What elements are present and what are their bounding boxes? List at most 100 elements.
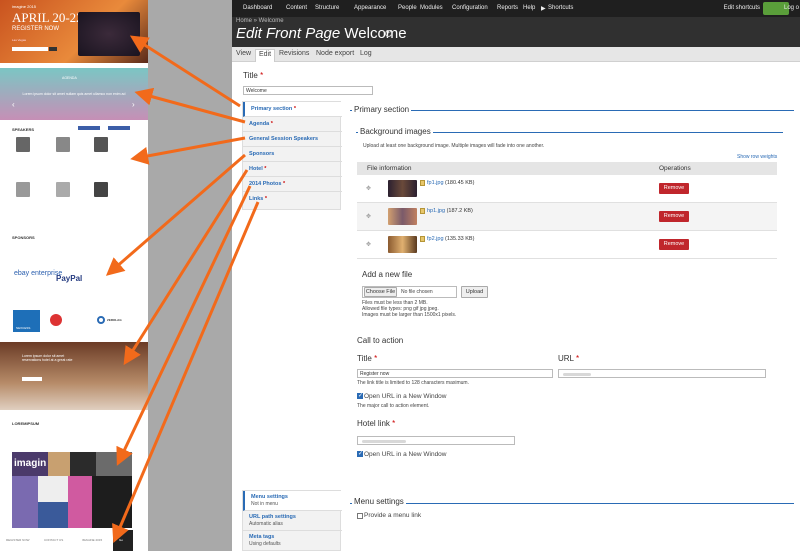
toolbar-dashboard[interactable]: Dashboard (243, 5, 272, 11)
image-file-icon (420, 180, 425, 186)
table-row: ✥ hp1.jpg (187.2 KB) Remove (357, 203, 777, 231)
blurred-url (563, 373, 591, 376)
hotel-link-label: Hotel link * (357, 419, 396, 428)
no-file-text: No file chosen (401, 289, 433, 295)
file-name: fp1.jpg (180.45 KB) (427, 180, 475, 186)
toolbar-shortcuts[interactable]: Shortcuts (548, 5, 573, 11)
page-title: Edit Front Page Welcome (236, 25, 407, 42)
toolbar-modules[interactable]: Modules (420, 5, 443, 11)
toolbar-help[interactable]: Help (523, 5, 535, 11)
edit-shortcuts-link[interactable]: Edit shortcuts (724, 5, 760, 11)
hotel-button (22, 377, 42, 381)
hero-register: REGISTER NOW (12, 26, 60, 32)
image-file-icon (420, 208, 425, 214)
preview-footer: REGISTER NOW CONTACT US IMAGINE 2015 Go (0, 530, 148, 551)
vertical-tabs: Primary section * Agenda * General Sessi… (242, 101, 342, 210)
agenda-banner: AGENDA Lorem ipsum dolor sit amet nullam… (0, 68, 148, 120)
upload-button[interactable]: Upload (461, 286, 488, 298)
speakers-button (78, 126, 100, 130)
vtab-photos[interactable]: 2014 Photos * (243, 177, 342, 192)
vtab-menu-settings[interactable]: Menu settings Not in menu (243, 491, 342, 511)
toolbar-people[interactable]: People (398, 5, 417, 11)
choose-file-button[interactable]: Choose File (364, 287, 397, 297)
table-row: ✥ fp2.jpg (135.33 KB) Remove (357, 231, 777, 259)
lorem-heading: LOREMIPSUM (12, 421, 40, 426)
file-input[interactable]: Choose File No file chosen (362, 286, 457, 298)
cta-url-input[interactable] (558, 369, 766, 378)
menu-settings-legend: Menu settings (352, 497, 406, 506)
speaker-photo (16, 137, 30, 152)
cta-title-help: The link title is limited to 128 charact… (357, 380, 469, 386)
remove-button[interactable]: Remove (659, 183, 689, 194)
cta-new-window-checkbox[interactable] (357, 392, 363, 399)
cta-help: The major call to action element. (357, 403, 430, 409)
col-file-info: File information (367, 165, 412, 172)
tab-revisions[interactable]: Revisions (279, 50, 309, 57)
toolbar-configuration[interactable]: Configuration (452, 5, 488, 11)
tab-log[interactable]: Log (360, 50, 372, 57)
vtab-url-path[interactable]: URL path settings Automatic alias (243, 511, 342, 531)
vtab-hotel[interactable]: Hotel * (243, 162, 342, 177)
vtab-links[interactable]: Links * (243, 192, 342, 207)
front-page-preview: imagine 2015 APRIL 20-22 REGISTER NOW La… (0, 0, 148, 551)
drag-handle-icon[interactable]: ✥ (366, 185, 371, 192)
agenda-title: AGENDA (62, 76, 77, 80)
drag-handle-icon[interactable]: ✥ (366, 241, 371, 248)
remove-button[interactable]: Remove (659, 239, 689, 250)
hero-subtitle: Las Vegas (12, 38, 27, 42)
toolbar-structure[interactable]: Structure (315, 5, 339, 11)
vtab-meta-tags[interactable]: Meta tags Using defaults (243, 531, 342, 551)
paypal-logo: PayPal (56, 274, 83, 283)
zerolag-logo: ZEROLAG (107, 318, 122, 322)
hero-go-button (49, 47, 57, 51)
add-shortcut-icon[interactable]: + (385, 30, 392, 37)
cta-title-label: Title * (357, 354, 378, 363)
hotel-new-window-label: Open URL in a New Window (364, 451, 447, 458)
bg-images-help: Upload at least one background image. Mu… (363, 143, 545, 149)
vtab-primary-section[interactable]: Primary section * (243, 102, 342, 117)
vtab-sponsors[interactable]: Sponsors (243, 147, 342, 162)
shortcuts-icon[interactable]: ▶ (541, 5, 546, 12)
gutter (148, 0, 232, 551)
col-operations: Operations (659, 165, 691, 172)
menu-link-checkbox[interactable] (357, 513, 363, 519)
bg-images-legend: Background images (358, 127, 433, 136)
footer-link: IMAGINE 2015 (82, 538, 103, 542)
toolbar-reports[interactable]: Reports (497, 5, 518, 11)
tab-view[interactable]: View (236, 50, 251, 57)
hero-email-field (12, 47, 48, 51)
hotel-link-input[interactable] (357, 436, 515, 445)
file-rule-dimensions: Images must be larger than 1500x1 pixels… (362, 312, 457, 318)
hotel-new-window-checkbox[interactable] (357, 450, 363, 457)
hero-date: APRIL 20-22 (12, 10, 83, 25)
tab-edit[interactable]: Edit (255, 49, 276, 62)
admin-toolbar: Dashboard Content Structure Appearance P… (232, 0, 800, 17)
chevron-right-icon: › (132, 100, 135, 109)
hotel-text: Lorem ipsum dolor sit amet reservations … (22, 354, 73, 362)
speaker-photo (16, 182, 30, 197)
toolbar-appearance[interactable]: Appearance (354, 5, 386, 11)
speakers-heading: SPEAKERS (12, 127, 35, 132)
imagine-text: imagin (14, 458, 47, 469)
add-file-label: Add a new file (362, 270, 413, 279)
cta-title-input[interactable] (357, 369, 553, 378)
photo (38, 476, 68, 502)
primary-section-legend: Primary section (352, 105, 412, 114)
show-row-weights-link[interactable]: Show row weights (737, 154, 777, 160)
remove-button[interactable]: Remove (659, 211, 689, 222)
title-input[interactable] (243, 86, 373, 95)
drag-handle-icon[interactable]: ✥ (366, 213, 371, 220)
cta-url-label: URL * (558, 354, 580, 363)
toolbar-content[interactable]: Content (286, 5, 307, 11)
logout-link[interactable]: Log o (784, 5, 799, 11)
tab-node-export[interactable]: Node export (316, 50, 354, 57)
photo (48, 452, 70, 476)
photo (92, 476, 132, 528)
photo (68, 476, 92, 528)
blurred-url (362, 440, 406, 443)
vtab-speakers[interactable]: General Session Speakers (243, 132, 342, 147)
vtab-agenda[interactable]: Agenda * (243, 117, 342, 132)
chevron-left-icon: ‹ (12, 100, 15, 109)
breadcrumb[interactable]: Home » Welcome (236, 18, 284, 24)
menu-link-label: Provide a menu link (364, 512, 422, 519)
